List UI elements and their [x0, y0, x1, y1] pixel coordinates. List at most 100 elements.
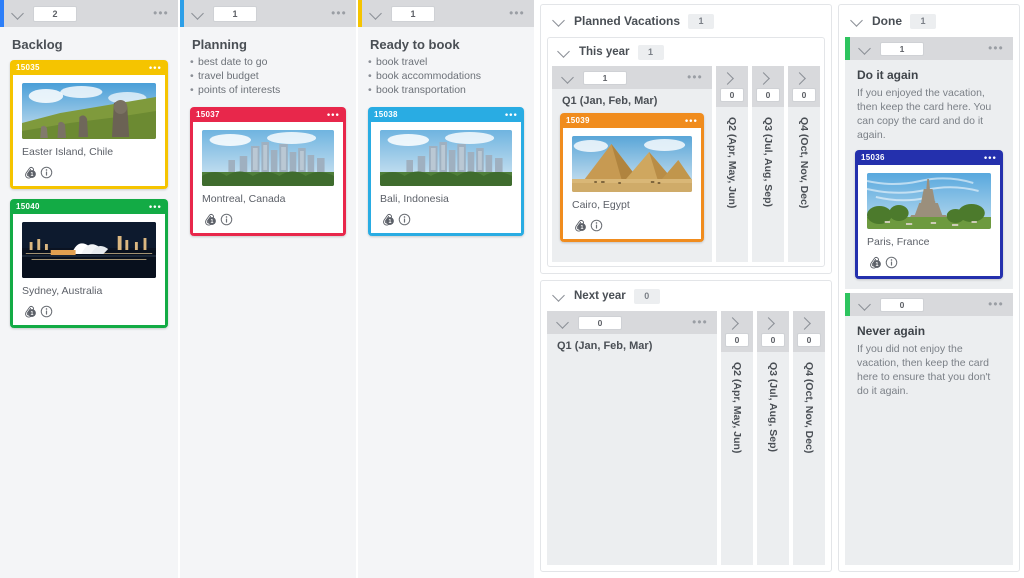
chevron-down-icon[interactable] [556, 44, 572, 60]
chevron-down-icon[interactable] [368, 6, 384, 22]
attachment-icon[interactable]: 1 [202, 212, 217, 227]
chevron-down-icon[interactable] [10, 6, 26, 22]
quarter-card-count[interactable]: 0 [792, 88, 816, 102]
chevron-down-icon[interactable] [555, 315, 571, 331]
panel-title: Planned Vacations [574, 14, 681, 28]
card-menu-icon[interactable]: ••• [505, 110, 518, 119]
card-menu-icon[interactable]: ••• [149, 63, 162, 72]
quarter-header-q4[interactable]: 0 [793, 311, 825, 352]
column-ready-to-book: 1 ••• Ready to book book travel book acc… [358, 0, 536, 578]
quarter-card-count[interactable]: 0 [797, 333, 821, 347]
done-lane-header[interactable]: 0 ••• [845, 293, 1013, 316]
chevron-down-icon[interactable] [551, 288, 567, 304]
card-body: Cairo, Egypt 1 [560, 128, 704, 242]
quarter-menu-icon[interactable]: ••• [692, 317, 708, 328]
quarter-column-q4-this-year[interactable]: 0 Q4 (Oct, Nov, Dec) [788, 66, 820, 262]
column-card-count[interactable]: 1 [391, 5, 435, 22]
attachment-icon[interactable]: 1 [867, 255, 882, 270]
done-lane-menu-icon[interactable]: ••• [988, 43, 1004, 54]
quarter-label: Q2 (Apr, May, Jun) [726, 117, 738, 209]
quarter-card-count[interactable]: 0 [756, 88, 780, 102]
column-menu-icon[interactable]: ••• [509, 8, 525, 19]
chevron-down-icon[interactable] [857, 297, 873, 313]
quarter-card-count[interactable]: 0 [578, 315, 622, 330]
card-thumbnail-bali [380, 130, 512, 186]
chevron-down-icon[interactable] [551, 13, 567, 29]
card-15036[interactable]: 15036 ••• Paris, France 1 [855, 150, 1003, 279]
done-lane-count[interactable]: 0 [880, 297, 924, 312]
done-lane-menu-icon[interactable]: ••• [988, 299, 1004, 310]
column-cards-ready-to-book: 15038 ••• Bali, Indonesia 1 [358, 97, 534, 578]
lane-header-next-year[interactable]: Next year 0 [541, 281, 831, 311]
attachment-icon[interactable]: 1 [572, 218, 587, 233]
panel-header-done[interactable]: Done 1 [839, 5, 1019, 37]
chevron-right-icon[interactable] [793, 70, 809, 86]
chevron-down-icon[interactable] [190, 6, 206, 22]
quarter-column-q3-next-year[interactable]: 0 Q3 (Jul, Aug, Sep) [757, 311, 789, 565]
quarter-card-count[interactable]: 0 [761, 333, 785, 347]
chevron-down-icon[interactable] [849, 13, 865, 29]
column-header-ready-to-book[interactable]: 1 ••• [358, 0, 534, 27]
card-15040[interactable]: 15040 ••• Sydney, Australia 1 [10, 199, 168, 328]
quarter-cards-q1-next-year [547, 352, 717, 565]
done-lane-header[interactable]: 1 ••• [845, 37, 1013, 60]
done-lane-do-it-again: 1 ••• Do it again If you enjoyed the vac… [845, 37, 1013, 289]
card-15035[interactable]: 15035 ••• Easter Island, Chile 1 [10, 60, 168, 189]
column-card-count[interactable]: 1 [213, 5, 257, 22]
chevron-down-icon[interactable] [560, 70, 576, 86]
quarter-header-q3[interactable]: 0 [752, 66, 784, 107]
quarter-menu-icon[interactable]: ••• [687, 72, 703, 83]
card-title: Bali, Indonesia [380, 193, 449, 205]
card-15039[interactable]: 15039 ••• Cairo, Egypt 1 [560, 113, 704, 242]
chevron-right-icon[interactable] [721, 70, 737, 86]
chevron-down-icon[interactable] [857, 41, 873, 57]
info-icon[interactable] [397, 212, 412, 227]
info-icon[interactable] [39, 304, 54, 319]
column-cards-backlog: 15035 ••• Easter Island, Chile 1 15040 •… [0, 52, 178, 578]
lane-header-this-year[interactable]: This year 1 [548, 38, 824, 66]
card-menu-icon[interactable]: ••• [685, 116, 698, 125]
info-icon[interactable] [589, 218, 604, 233]
column-menu-icon[interactable]: ••• [331, 8, 347, 19]
quarter-column-q2-next-year[interactable]: 0 Q2 (Apr, May, Jun) [721, 311, 753, 565]
chevron-right-icon[interactable] [726, 315, 742, 331]
card-15038[interactable]: 15038 ••• Bali, Indonesia 1 [368, 107, 524, 236]
info-icon[interactable] [39, 165, 54, 180]
quarter-header-q3[interactable]: 0 [757, 311, 789, 352]
attachment-count: 1 [30, 172, 33, 178]
column-header-backlog[interactable]: 2 ••• [0, 0, 178, 27]
card-15037[interactable]: 15037 ••• Montreal, Canada 1 [190, 107, 346, 236]
lane-accent-bar [845, 293, 850, 316]
quarter-card-count[interactable]: 0 [725, 333, 749, 347]
column-menu-icon[interactable]: ••• [153, 8, 169, 19]
quarter-column-q4-next-year[interactable]: 0 Q4 (Oct, Nov, Dec) [793, 311, 825, 565]
card-body: Bali, Indonesia 1 [368, 122, 524, 236]
quarter-label: Q2 (Apr, May, Jun) [731, 362, 743, 454]
chevron-right-icon[interactable] [757, 70, 773, 86]
quarter-column-q3-this-year[interactable]: 0 Q3 (Jul, Aug, Sep) [752, 66, 784, 262]
panel-header-planned-vacations[interactable]: Planned Vacations 1 [541, 5, 831, 37]
quarter-card-count[interactable]: 1 [583, 70, 627, 85]
quarter-header-q1[interactable]: 1 ••• [552, 66, 712, 89]
card-header: 15038 ••• [368, 107, 524, 122]
column-card-count[interactable]: 2 [33, 5, 77, 22]
quarter-header-q2[interactable]: 0 [716, 66, 748, 107]
lane-body-next-year: 0 ••• Q1 (Jan, Feb, Mar) 0 Q2 (Apr, May,… [541, 311, 831, 571]
quarter-column-q2-this-year[interactable]: 0 Q2 (Apr, May, Jun) [716, 66, 748, 262]
card-menu-icon[interactable]: ••• [984, 153, 997, 162]
quarter-header-q1[interactable]: 0 ••• [547, 311, 717, 334]
quarter-header-q2[interactable]: 0 [721, 311, 753, 352]
quarter-card-count[interactable]: 0 [720, 88, 744, 102]
chevron-right-icon[interactable] [762, 315, 778, 331]
attachment-icon[interactable]: 1 [22, 304, 37, 319]
card-menu-icon[interactable]: ••• [149, 202, 162, 211]
attachment-icon[interactable]: 1 [22, 165, 37, 180]
info-icon[interactable] [219, 212, 234, 227]
column-header-planning[interactable]: 1 ••• [180, 0, 356, 27]
chevron-right-icon[interactable] [798, 315, 814, 331]
card-menu-icon[interactable]: ••• [327, 110, 340, 119]
done-lane-count[interactable]: 1 [880, 41, 924, 56]
quarter-header-q4[interactable]: 0 [788, 66, 820, 107]
info-icon[interactable] [884, 255, 899, 270]
attachment-icon[interactable]: 1 [380, 212, 395, 227]
